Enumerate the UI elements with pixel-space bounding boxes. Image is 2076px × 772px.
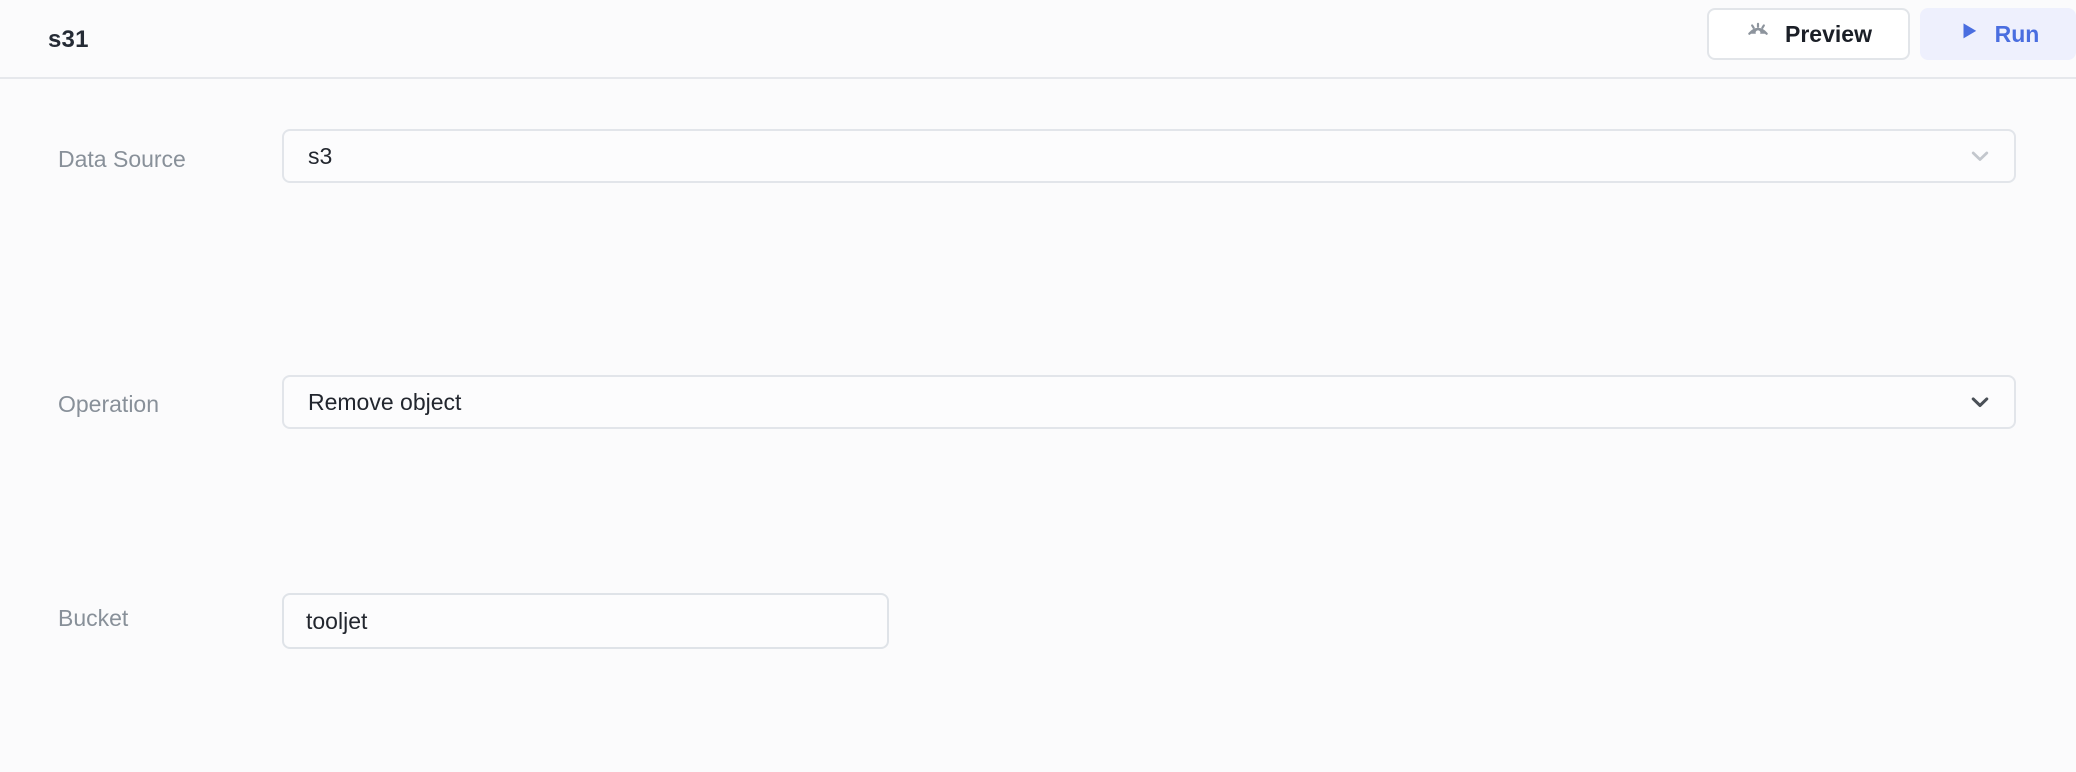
row-operation: Operation Remove object (0, 195, 2076, 429)
data-source-value: s3 (308, 142, 333, 169)
editor-header: s31 Preview Run (0, 0, 2076, 79)
page-title: s31 (48, 26, 89, 53)
data-source-label: Data Source (58, 146, 186, 172)
row-key: Key (0, 409, 2076, 513)
preview-button-label: Preview (1785, 20, 1872, 47)
run-button[interactable]: Run (1920, 8, 2076, 60)
query-editor-panel: s31 Preview Run Data Source s3 Operation… (0, 0, 2076, 772)
data-source-select[interactable]: s3 (282, 129, 2016, 183)
chevron-down-icon (1966, 142, 1994, 170)
row-settings: Settings Run this query on application l… (0, 593, 2076, 673)
preview-button[interactable]: Preview (1707, 8, 1910, 60)
header-actions: Preview Run (1707, 8, 2076, 60)
run-button-label: Run (1994, 20, 2040, 47)
play-icon (1957, 19, 1981, 49)
eye-icon (1745, 18, 1771, 50)
row-bucket: Bucket (0, 305, 2076, 649)
row-transformations: Transformations Enable Powered by (0, 513, 2076, 593)
query-form: Data Source s3 Operation Remove object B… (0, 79, 2076, 772)
row-data-source: Data Source s3 (0, 79, 2076, 195)
